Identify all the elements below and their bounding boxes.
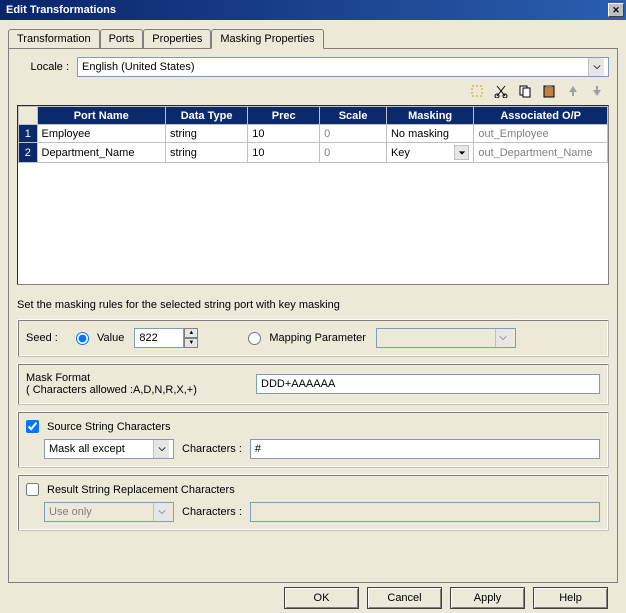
spin-down-icon[interactable]: ▼ (184, 338, 198, 348)
col-prec: Prec (248, 107, 320, 125)
apply-button[interactable]: Apply (450, 587, 525, 609)
arrow-down-icon (589, 83, 605, 99)
result-chars-input (250, 502, 600, 522)
close-button[interactable]: ✕ (608, 3, 624, 17)
tab-panel: Locale : English (United States) Port Na… (8, 48, 618, 583)
seed-spinner[interactable]: ▲ ▼ (134, 328, 198, 348)
cancel-button[interactable]: Cancel (367, 587, 442, 609)
instruction-text: Set the masking rules for the selected s… (17, 299, 609, 311)
seed-group: Seed : Value ▲ ▼ Mapping Parameter (17, 319, 609, 357)
locale-label: Locale : (17, 61, 77, 73)
chevron-down-icon (454, 145, 469, 160)
seed-label: Seed : (26, 332, 76, 344)
copy-icon[interactable] (517, 83, 533, 99)
tab-properties[interactable]: Properties (143, 29, 211, 49)
tabs: Transformation Ports Properties Masking … (8, 29, 618, 49)
spin-up-icon[interactable]: ▲ (184, 328, 198, 338)
table-row[interactable]: 2 Department_Name string 10 0 Key out_De… (19, 143, 608, 163)
cell-masking[interactable]: No masking (386, 125, 473, 143)
button-row: OK Cancel Apply Help (8, 583, 618, 609)
cell-scale: 0 (320, 125, 387, 143)
titlebar: Edit Transformations ✕ (0, 0, 626, 20)
cell-assoc: out_Employee (474, 125, 608, 143)
result-chars-checkbox[interactable] (26, 483, 39, 496)
result-chars-group: Result String Replacement Characters Use… (17, 474, 609, 531)
cell-prec[interactable]: 10 (248, 125, 320, 143)
cell-scale: 0 (320, 143, 387, 163)
cell-datatype[interactable]: string (165, 125, 247, 143)
col-portname: Port Name (37, 107, 165, 125)
seed-mapping-radio-input[interactable] (248, 332, 261, 345)
cell-portname[interactable]: Department_Name (37, 143, 165, 163)
source-chars-checkbox[interactable] (26, 420, 39, 433)
seed-value-input[interactable] (134, 328, 184, 348)
source-chars-group: Source String Characters Mask all except… (17, 411, 609, 468)
col-rownum (19, 107, 38, 125)
table-header: Port Name Data Type Prec Scale Masking A… (19, 107, 608, 125)
tab-ports[interactable]: Ports (100, 29, 144, 49)
new-icon[interactable] (469, 83, 485, 99)
ok-button[interactable]: OK (284, 587, 359, 609)
locale-value: English (United States) (82, 61, 195, 73)
tab-masking-properties[interactable]: Masking Properties (211, 29, 323, 49)
cell-masking-value: Key (391, 147, 410, 159)
cell-datatype[interactable]: string (165, 143, 247, 163)
help-button[interactable]: Help (533, 587, 608, 609)
row-number: 1 (19, 125, 38, 143)
result-chars-label: Characters : (182, 506, 242, 518)
cell-prec[interactable]: 10 (248, 143, 320, 163)
source-chars-input[interactable] (250, 439, 600, 459)
mapping-param-combo (376, 328, 516, 348)
cell-masking[interactable]: Key (386, 143, 473, 163)
chevron-down-icon (153, 503, 169, 521)
source-chars-label: Characters : (182, 443, 242, 455)
seed-value-radio-input[interactable] (76, 332, 89, 345)
mask-format-input[interactable] (256, 374, 600, 394)
table-row[interactable]: 1 Employee string 10 0 No masking out_Em… (19, 125, 608, 143)
paste-icon[interactable] (541, 83, 557, 99)
cell-portname[interactable]: Employee (37, 125, 165, 143)
content: Transformation Ports Properties Masking … (0, 20, 626, 613)
seed-value-radio[interactable]: Value (76, 332, 124, 345)
col-masking: Masking (386, 107, 473, 125)
col-scale: Scale (320, 107, 387, 125)
mask-format-hint: ( Characters allowed :A,D,N,R,X,+) (26, 384, 256, 396)
result-mode-combo: Use only (44, 502, 174, 522)
locale-combo[interactable]: English (United States) (77, 57, 609, 77)
result-chars-check[interactable]: Result String Replacement Characters (26, 483, 590, 496)
chevron-down-icon (495, 329, 511, 347)
col-datatype: Data Type (165, 107, 247, 125)
source-mode-combo[interactable]: Mask all except (44, 439, 174, 459)
source-chars-check[interactable]: Source String Characters (26, 420, 590, 433)
col-assoc: Associated O/P (474, 107, 608, 125)
arrow-up-icon (565, 83, 581, 99)
row-number: 2 (19, 143, 38, 163)
tab-transformation[interactable]: Transformation (8, 29, 100, 49)
ports-table: Port Name Data Type Prec Scale Masking A… (17, 105, 609, 285)
mask-format-label: Mask Format (26, 372, 256, 384)
window-title: Edit Transformations (6, 4, 608, 16)
cut-icon[interactable] (493, 83, 509, 99)
toolbar (17, 83, 605, 99)
chevron-down-icon (153, 440, 169, 458)
mask-format-group: Mask Format ( Characters allowed :A,D,N,… (17, 363, 609, 405)
chevron-down-icon (588, 58, 604, 76)
cell-assoc: out_Department_Name (474, 143, 608, 163)
seed-mapping-radio[interactable]: Mapping Parameter (248, 332, 366, 345)
